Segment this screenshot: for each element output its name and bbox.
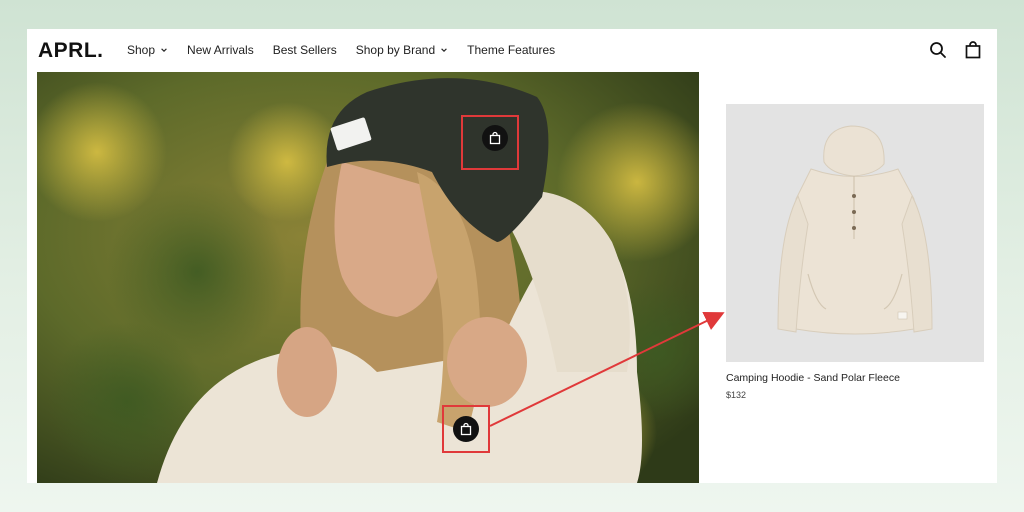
hotspot-beanie[interactable] xyxy=(482,125,508,151)
hero-photo xyxy=(37,72,699,483)
nav-item-new-arrivals[interactable]: New Arrivals xyxy=(187,43,254,57)
nav-item-shop[interactable]: Shop xyxy=(127,43,168,57)
product-image[interactable] xyxy=(726,104,984,362)
hero-image xyxy=(37,72,699,483)
nav-item-label: Shop by Brand xyxy=(355,43,436,57)
nav-item-label: New Arrivals xyxy=(187,43,254,57)
nav-item-best-sellers[interactable]: Best Sellers xyxy=(273,43,337,57)
site-header: APRL. Shop New Arrivals Best Sellers Sho… xyxy=(27,29,997,72)
store-logo[interactable]: APRL. xyxy=(38,39,104,63)
product-price: $132 xyxy=(726,390,747,400)
hoodie-illustration xyxy=(777,125,933,335)
hotspot-hoodie[interactable] xyxy=(453,416,479,442)
chevron-down-icon xyxy=(441,48,447,52)
cart-icon[interactable] xyxy=(964,41,982,59)
product-name[interactable]: Camping Hoodie - Sand Polar Fleece xyxy=(726,372,984,384)
nav-item-label: Best Sellers xyxy=(272,43,337,57)
shopping-bag-icon xyxy=(460,422,472,436)
shopping-bag-icon xyxy=(489,131,501,145)
product-card[interactable]: Camping Hoodie - Sand Polar Fleece $132 xyxy=(726,104,984,400)
nav-item-theme-features[interactable]: Theme Features xyxy=(467,43,555,57)
store-page: APRL. Shop New Arrivals Best Sellers Sho… xyxy=(27,29,997,483)
search-icon[interactable] xyxy=(929,41,947,59)
nav-item-label: Shop xyxy=(127,43,156,57)
chevron-down-icon xyxy=(161,48,167,52)
nav-item-shop-by-brand[interactable]: Shop by Brand xyxy=(356,43,448,57)
main-nav: Shop New Arrivals Best Sellers Shop by B… xyxy=(127,43,555,57)
nav-item-label: Theme Features xyxy=(467,43,556,57)
